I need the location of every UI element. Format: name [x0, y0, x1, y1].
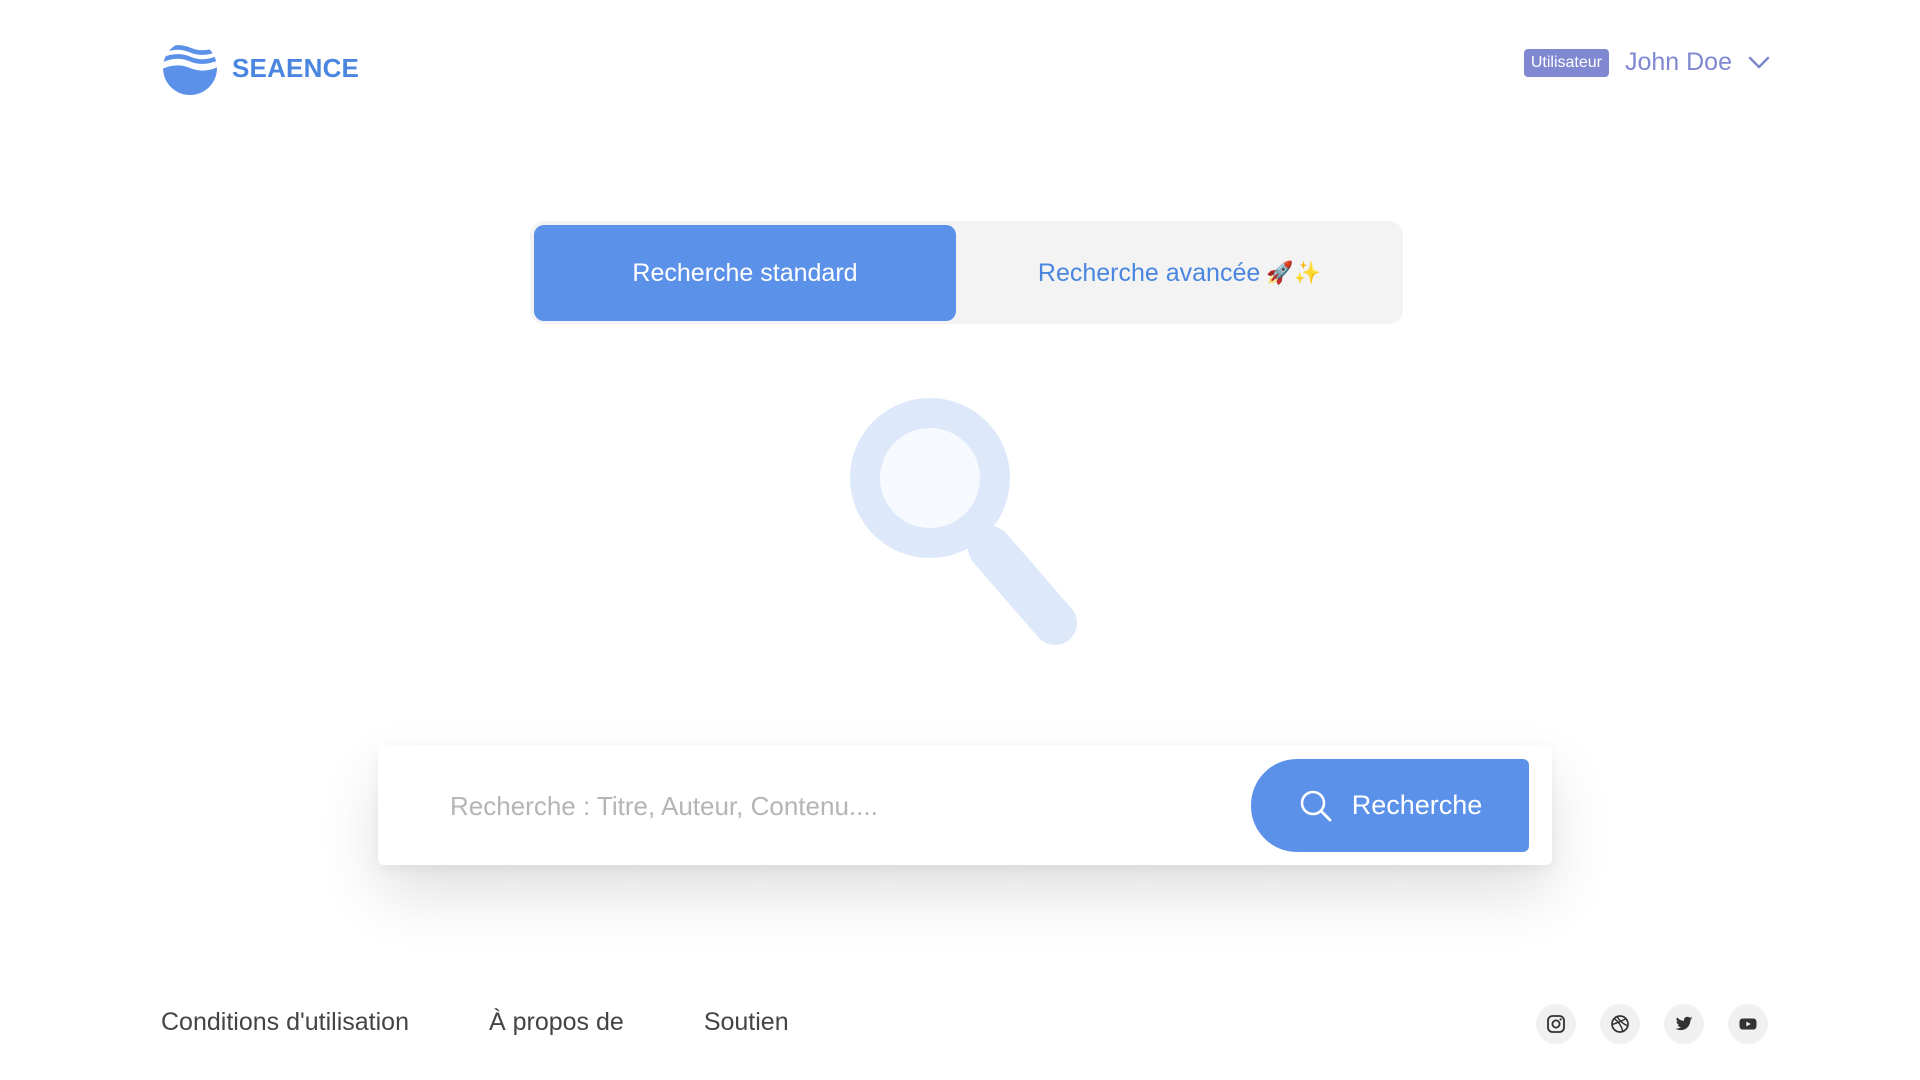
user-menu[interactable]: Utilisateur John Doe [1523, 48, 1770, 77]
tab-label: Recherche standard [632, 258, 858, 287]
footer-nav: Conditions d'utilisation À propos de Sou… [161, 1008, 789, 1037]
instagram-icon [1547, 1015, 1565, 1033]
footer-link-terms[interactable]: Conditions d'utilisation [161, 1008, 409, 1037]
search-button-label: Recherche [1351, 790, 1483, 820]
chevron-down-icon[interactable] [1748, 56, 1770, 70]
search-icon [1300, 790, 1332, 821]
dribbble-icon [1611, 1015, 1629, 1033]
instagram-link[interactable] [1536, 1004, 1576, 1044]
user-name: John Doe [1624, 48, 1732, 76]
tab-standard-search[interactable]: Recherche standard [534, 225, 956, 321]
role-badge: Utilisateur [1523, 48, 1609, 77]
social-links [1536, 1004, 1768, 1044]
search-input[interactable] [448, 765, 1232, 847]
youtube-link[interactable] [1728, 1004, 1768, 1044]
twitter-icon [1675, 1016, 1693, 1031]
footer-link-support[interactable]: Soutien [704, 1008, 789, 1037]
brand-logo[interactable]: SEAENCE [162, 40, 359, 96]
rocket-sparkles-icon: 🚀✨ [1266, 260, 1322, 285]
twitter-link[interactable] [1664, 1004, 1704, 1044]
tab-label: Recherche avancée [1037, 258, 1261, 287]
dribbble-link[interactable] [1600, 1004, 1640, 1044]
search-mode-tabs: Recherche standard Recherche avancée 🚀✨ [530, 221, 1403, 324]
brand-name: SEAENCE [232, 52, 360, 83]
magnifier-illustration-icon [850, 398, 1077, 645]
footer-link-about[interactable]: À propos de [489, 1008, 624, 1037]
tab-advanced-search[interactable]: Recherche avancée 🚀✨ [960, 225, 1399, 321]
youtube-icon [1739, 1018, 1757, 1030]
search-button[interactable]: Recherche [1251, 759, 1529, 852]
search-page: SEAENCE Utilisateur John Doe Recherche s… [0, 0, 1920, 1080]
wave-globe-icon [163, 45, 217, 95]
search-bar: Recherche [378, 745, 1552, 865]
